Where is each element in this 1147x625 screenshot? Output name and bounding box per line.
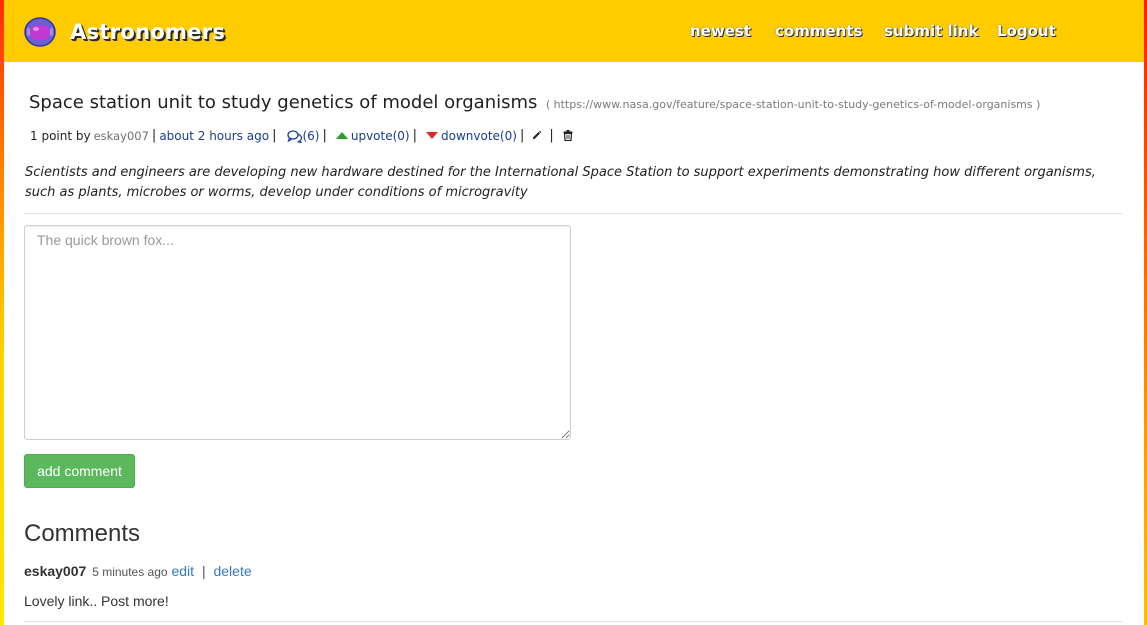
nav-comments[interactable]: comments [775, 22, 862, 40]
upvote-icon [335, 131, 348, 139]
post-url[interactable]: ( https://www.nasa.gov/feature/space-sta… [546, 98, 1041, 111]
brand[interactable]: Astronomers [24, 17, 225, 47]
downvote-label: downvote(0) [441, 128, 517, 143]
comment-separator: | [201, 563, 206, 579]
post-description: Scientists and engineers are developing … [25, 165, 1096, 200]
trash-icon[interactable] [563, 130, 573, 141]
separator: | [272, 128, 277, 143]
separator: | [519, 128, 525, 143]
nav-submit-link[interactable]: submit link [884, 22, 978, 40]
comments-count: (6) [302, 128, 320, 143]
post-points: 1 point by [30, 128, 91, 143]
separator: | [322, 128, 327, 143]
downvote-icon [426, 131, 439, 139]
left-gradient-border [0, 0, 4, 625]
post-time-link[interactable]: about 2 hours ago [159, 129, 269, 143]
upvote-link[interactable]: upvote(0) [330, 129, 410, 143]
separator: | [151, 128, 157, 143]
comment-delete-link[interactable]: delete [213, 563, 251, 579]
upvote-label: upvote(0) [350, 128, 410, 143]
comments-icon [287, 129, 303, 143]
divider [24, 621, 1123, 622]
brand-name: Astronomers [70, 20, 226, 44]
top-navbar: Astronomers newest comments submit link … [4, 0, 1144, 62]
comments-count-link[interactable]: (6) [287, 129, 319, 143]
astronaut-helmet-icon [24, 17, 56, 47]
divider [24, 213, 1123, 214]
separator: | [412, 128, 418, 143]
comment-header: eskay007 5 minutes ago edit | delete [24, 563, 252, 579]
downvote-link[interactable]: downvote(0) [420, 129, 517, 143]
separator: | [549, 128, 554, 143]
comment-textarea[interactable] [24, 225, 571, 440]
comments-heading: Comments [24, 520, 141, 547]
comment-body: Lovely link.. Post more! [24, 593, 169, 609]
post-title[interactable]: Space station unit to study genetics of … [29, 92, 537, 113]
post-meta: 1 point by eskay007 | about 2 hours ago … [30, 128, 573, 143]
nav-newest[interactable]: newest [690, 22, 751, 40]
nav-logout[interactable]: Logout [997, 22, 1056, 40]
add-comment-button[interactable]: add comment [24, 454, 135, 488]
edit-pencil-icon[interactable] [531, 130, 542, 141]
comment-edit-link[interactable]: edit [171, 563, 194, 579]
post-author[interactable]: eskay007 [94, 129, 149, 143]
post-title-row: Space station unit to study genetics of … [29, 92, 1129, 113]
comment-time: 5 minutes ago [92, 565, 168, 579]
comment-author[interactable]: eskay007 [24, 563, 86, 579]
